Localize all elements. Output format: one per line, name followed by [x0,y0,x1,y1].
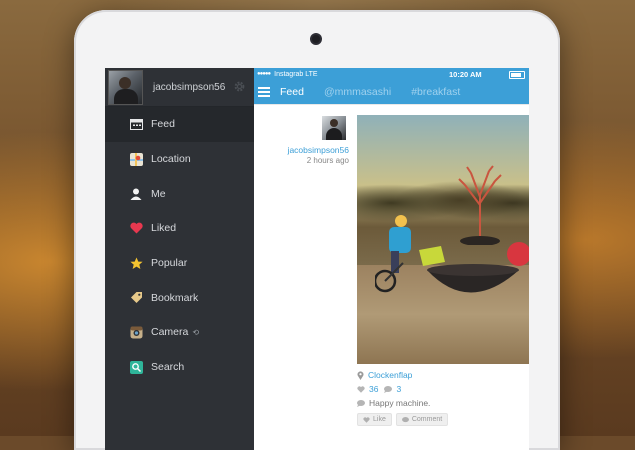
sidebar-item-camera[interactable]: Camera ⟲ [105,315,254,350]
top-bar: Feed @mmmasashi #breakfast [254,80,529,104]
post-avatar[interactable] [322,116,346,140]
comment-button-label: Comment [411,416,443,423]
person-icon [129,187,143,201]
post-actions: Like Comment [357,413,529,426]
divider [254,104,529,105]
sidebar-item-label: Feed [151,118,175,131]
caption-bubble-icon [357,399,365,407]
sidebar-item-location[interactable]: Location [105,142,254,177]
like-button[interactable]: Like [357,413,392,426]
status-bar: ●●●●● Instagrab LTE 10:20 AM [254,68,529,80]
heart-icon [129,221,143,235]
stats-row: 36 3 [357,382,529,396]
sidebar-username: jacobsimpson56 [153,81,226,93]
camera-refresh-badge: ⟲ [192,327,200,337]
front-camera [312,35,320,43]
clock: 10:20 AM [449,69,482,79]
location-pin-icon [357,370,364,380]
sidebar-item-popular[interactable]: Popular [105,246,254,281]
gear-icon[interactable] [233,80,246,93]
post-timestamp: 2 hours ago [306,156,349,165]
photo-bowl-swing [419,242,529,293]
photo-child-on-bike [375,215,411,293]
comment-bubble-icon [401,416,409,422]
signal-icon: ●●●●● [257,71,271,77]
sidebar: jacobsimpson56 Feed Location Me Liked Po… [105,68,254,450]
post-username[interactable]: jacobsimpson56 [288,145,349,155]
sidebar-item-label: Camera [151,326,189,339]
sidebar-item-label: Location [151,153,191,166]
sidebar-item-search[interactable]: Search [105,350,254,385]
caption-row: Happy machine. [357,396,529,410]
main-feed: ●●●●● Instagrab LTE 10:20 AM Feed @mmmas… [254,68,529,450]
tag-icon [129,291,143,305]
sidebar-item-label: Search [151,361,185,374]
comments-bubble-icon [384,385,393,393]
tab-mmmasashi[interactable]: @mmmasashi [324,86,391,98]
tab-feed[interactable]: Feed [280,86,304,98]
likes-count[interactable]: 36 [369,384,378,394]
avatar [108,69,143,105]
tablet-frame: jacobsimpson56 Feed Location Me Liked Po… [74,10,560,450]
sidebar-item-label: Popular [151,257,188,270]
star-icon [129,256,143,270]
sidebar-item-me[interactable]: Me [105,176,254,211]
sidebar-profile[interactable]: jacobsimpson56 [105,68,254,107]
sidebar-item-label: Bookmark [151,291,199,304]
sidebar-item-label: Me [151,187,166,200]
post-photo[interactable] [357,115,529,364]
comment-button[interactable]: Comment [395,413,449,426]
hamburger-menu-icon[interactable] [258,87,270,97]
location-row[interactable]: Clockenflap [357,368,529,382]
heart-icon [363,416,370,423]
carrier-label: Instagrab LTE [274,70,318,78]
sidebar-item-label: Liked [151,222,177,235]
app-screen: jacobsimpson56 Feed Location Me Liked Po… [105,68,529,450]
photo-sculpture [458,165,502,245]
battery-icon [509,71,525,79]
comments-count[interactable]: 3 [396,384,401,394]
sidebar-item-feed[interactable]: Feed [105,107,254,142]
calendar-icon [129,117,143,131]
likes-heart-icon [357,385,365,393]
sidebar-item-bookmark[interactable]: Bookmark [105,280,254,315]
camera-icon [129,325,143,339]
post-caption: Happy machine. [369,398,431,408]
tab-breakfast[interactable]: #breakfast [411,86,460,98]
search-icon [129,360,143,374]
like-button-label: Like [373,416,386,423]
sidebar-item-liked[interactable]: Liked [105,211,254,246]
post-meta: Clockenflap 36 3 Happy machine. Like Com… [357,368,529,426]
map-icon [129,152,143,166]
post-location[interactable]: Clockenflap [368,370,412,380]
